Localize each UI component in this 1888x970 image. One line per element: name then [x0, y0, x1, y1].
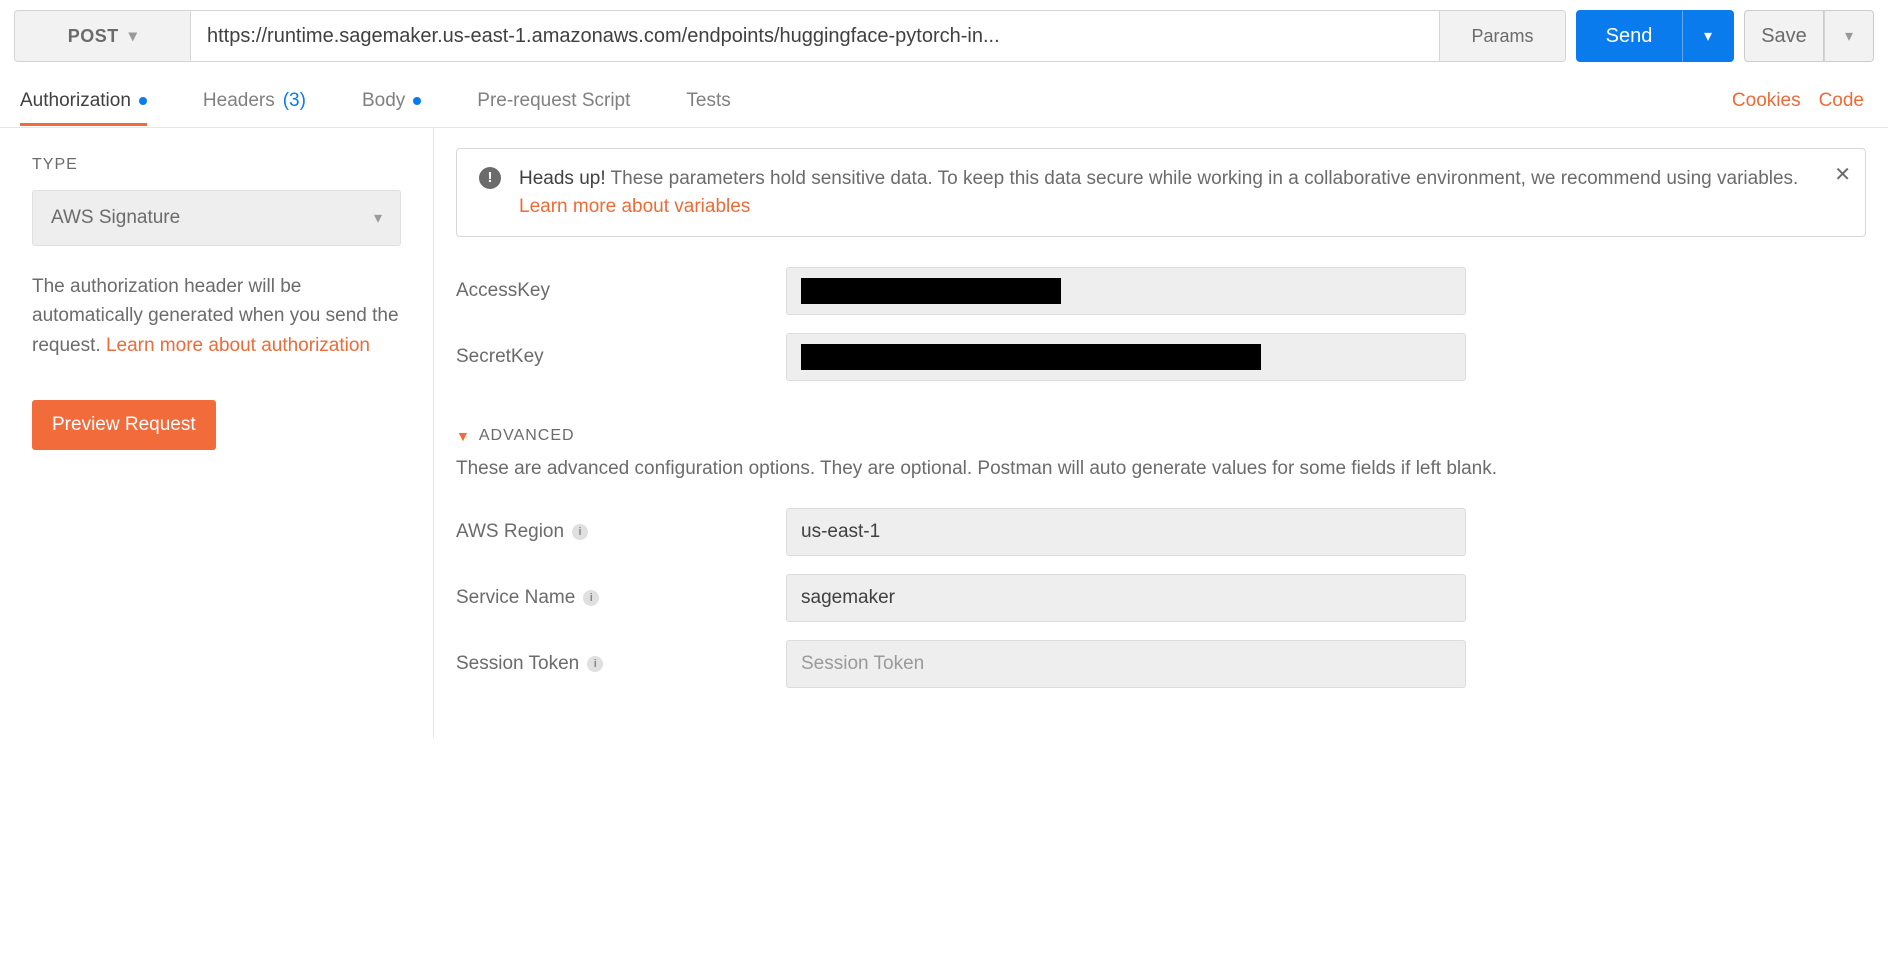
tab-label: Headers — [203, 90, 275, 112]
alert-text: These parameters hold sensitive data. To… — [606, 168, 1799, 189]
auth-left-panel: TYPE AWS Signature ▾ The authorization h… — [0, 128, 434, 738]
chevron-down-icon: ▾ — [1845, 26, 1853, 46]
tabs-row: Authorization Headers (3) Body Pre-reque… — [0, 74, 1888, 128]
send-button[interactable]: Send — [1576, 10, 1682, 62]
advanced-toggle[interactable]: ▼ ADVANCED — [456, 427, 1866, 445]
indicator-dot-icon — [139, 97, 147, 105]
tab-label: Pre-request Script — [477, 90, 630, 112]
chevron-down-icon: ▾ — [374, 208, 382, 228]
session-token-field[interactable] — [801, 653, 1451, 675]
tab-label: Body — [362, 90, 405, 112]
info-icon[interactable]: i — [583, 590, 599, 606]
sensitive-alert: ! Heads up! These parameters hold sensit… — [456, 148, 1866, 237]
preview-request-button[interactable]: Preview Request — [32, 400, 216, 450]
aws-region-label: AWS Region i — [456, 521, 786, 543]
info-icon: ! — [479, 167, 501, 189]
session-token-row: Session Token i — [456, 640, 1866, 688]
service-name-field[interactable] — [801, 587, 1451, 609]
chevron-down-icon: ▾ — [1704, 26, 1712, 46]
info-icon[interactable]: i — [572, 524, 588, 540]
save-button[interactable]: Save — [1744, 10, 1824, 62]
method-select[interactable]: POST ▾ — [15, 11, 191, 61]
code-link[interactable]: Code — [1819, 90, 1864, 112]
indicator-dot-icon — [413, 97, 421, 105]
tab-tests[interactable]: Tests — [686, 76, 730, 126]
credentials-grid: AccessKey SecretKey — [456, 267, 1866, 381]
aws-region-input[interactable] — [786, 508, 1466, 556]
secret-key-row: SecretKey — [456, 333, 1866, 381]
params-button[interactable]: Params — [1439, 11, 1565, 61]
access-key-input[interactable] — [786, 267, 1466, 315]
headers-count: (3) — [283, 90, 306, 112]
access-key-row: AccessKey — [456, 267, 1866, 315]
service-name-input[interactable] — [786, 574, 1466, 622]
learn-auth-link[interactable]: Learn more about authorization — [106, 335, 370, 356]
advanced-grid: AWS Region i Service Name i Session To — [456, 508, 1866, 688]
session-token-input[interactable] — [786, 640, 1466, 688]
auth-type-value: AWS Signature — [51, 207, 180, 229]
type-label: TYPE — [32, 156, 401, 174]
preview-label: Preview Request — [52, 414, 196, 435]
advanced-desc: These are advanced configuration options… — [456, 455, 1866, 484]
tab-body[interactable]: Body — [362, 76, 421, 126]
request-bar: POST ▾ https://runtime.sagemaker.us-east… — [0, 0, 1888, 74]
label-text: Service Name — [456, 587, 575, 609]
label-text: Session Token — [456, 653, 579, 675]
auth-right-panel: ! Heads up! These parameters hold sensit… — [434, 128, 1888, 738]
aws-region-row: AWS Region i — [456, 508, 1866, 556]
chevron-down-icon: ▾ — [129, 26, 138, 46]
content: TYPE AWS Signature ▾ The authorization h… — [0, 128, 1888, 738]
cookies-link[interactable]: Cookies — [1732, 90, 1801, 112]
tab-label: Tests — [686, 90, 730, 112]
save-label: Save — [1761, 25, 1807, 48]
info-icon[interactable]: i — [587, 656, 603, 672]
auth-type-select[interactable]: AWS Signature ▾ — [32, 190, 401, 246]
tabs-right: Cookies Code — [1732, 90, 1864, 112]
alert-heads: Heads up! — [519, 168, 606, 189]
alert-body: Heads up! These parameters hold sensitiv… — [519, 165, 1843, 220]
save-dropdown[interactable]: ▾ — [1824, 10, 1874, 62]
advanced-label: ADVANCED — [479, 427, 575, 445]
send-label: Send — [1606, 25, 1653, 48]
close-icon[interactable]: ✕ — [1834, 161, 1851, 190]
redacted-value — [801, 344, 1261, 370]
learn-vars-link[interactable]: Learn more about variables — [519, 196, 750, 217]
send-dropdown[interactable]: ▾ — [1682, 10, 1734, 62]
url-text: https://runtime.sagemaker.us-east-1.amaz… — [207, 25, 1000, 48]
caret-down-icon: ▼ — [456, 428, 471, 444]
params-label: Params — [1471, 26, 1533, 47]
secret-key-input[interactable] — [786, 333, 1466, 381]
tab-headers[interactable]: Headers (3) — [203, 76, 306, 126]
url-input[interactable]: https://runtime.sagemaker.us-east-1.amaz… — [191, 11, 1439, 61]
label-text: AWS Region — [456, 521, 564, 543]
redacted-value — [801, 278, 1061, 304]
send-group: Send ▾ — [1576, 10, 1734, 62]
service-name-row: Service Name i — [456, 574, 1866, 622]
save-group: Save ▾ — [1744, 10, 1874, 62]
service-name-label: Service Name i — [456, 587, 786, 609]
tab-authorization[interactable]: Authorization — [20, 76, 147, 126]
access-key-label: AccessKey — [456, 280, 786, 302]
tab-label: Authorization — [20, 90, 131, 112]
method-value: POST — [68, 26, 119, 47]
session-token-label: Session Token i — [456, 653, 786, 675]
url-group: POST ▾ https://runtime.sagemaker.us-east… — [14, 10, 1566, 62]
aws-region-field[interactable] — [801, 521, 1451, 543]
auth-helper: The authorization header will be automat… — [32, 272, 401, 360]
secret-key-label: SecretKey — [456, 346, 786, 368]
tab-prerequest[interactable]: Pre-request Script — [477, 76, 630, 126]
